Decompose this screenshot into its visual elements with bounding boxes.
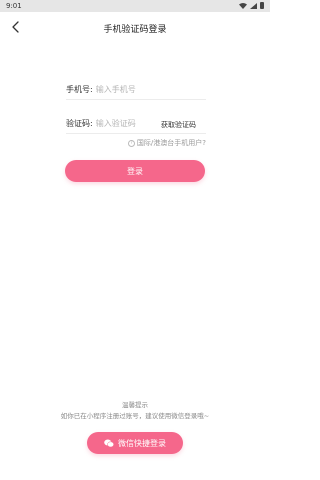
tip-title: 温馨提示 xyxy=(122,401,148,409)
code-row: 验证码: 获取验证码 xyxy=(66,114,206,134)
get-code-button[interactable]: 获取验证码 xyxy=(161,120,196,130)
wifi-icon xyxy=(239,2,247,9)
status-icons xyxy=(239,2,264,9)
intl-user-link-text: 国际/港澳台手机用户? xyxy=(136,139,206,147)
page-title: 手机验证码登录 xyxy=(103,25,167,35)
phone-row: 手机号: xyxy=(66,80,206,100)
status-time: 9:01 xyxy=(6,2,22,10)
status-bar: 9:01 xyxy=(0,0,270,12)
login-button[interactable]: 登录 xyxy=(65,160,205,182)
code-input[interactable] xyxy=(95,119,166,128)
battery-icon xyxy=(260,2,264,9)
code-label: 验证码: xyxy=(66,119,93,128)
wechat-login-button[interactable]: 微信快捷登录 xyxy=(87,432,183,454)
wechat-login-label: 微信快捷登录 xyxy=(118,438,166,448)
wechat-icon xyxy=(104,439,114,447)
signal-icon xyxy=(250,2,257,9)
phone-input[interactable] xyxy=(95,85,166,94)
tip-text: 如你已在小程序注册过账号，建议使用微信登录哦~ xyxy=(60,412,210,420)
title-bar: 手机验证码登录 xyxy=(0,14,270,42)
login-form: 手机号: 验证码: 获取验证码 xyxy=(66,80,206,134)
phone-label: 手机号: xyxy=(66,85,93,94)
intl-user-link[interactable]: ? 国际/港澳台手机用户? xyxy=(127,138,206,148)
help-circle-icon: ? xyxy=(127,139,135,147)
